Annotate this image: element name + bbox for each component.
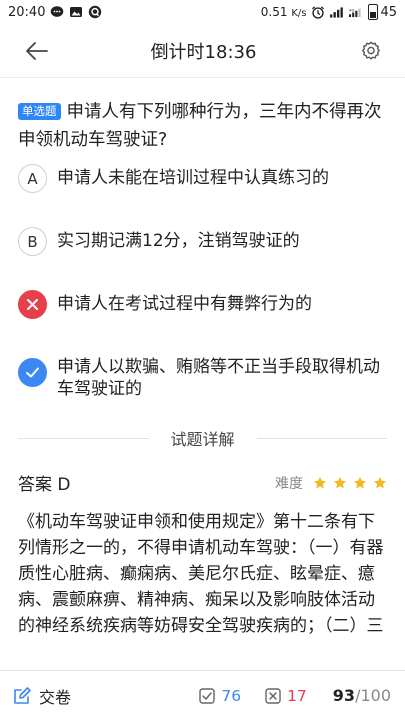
chat-icon bbox=[50, 5, 64, 19]
wrong-count: 17 bbox=[287, 686, 307, 705]
status-bar: 20:40 0.51 K/s 4G 45 bbox=[0, 0, 405, 24]
option-d[interactable]: 申请人以欺骗、贿赂等不正当手段取得机动车驾驶证的 bbox=[0, 353, 405, 400]
question-text: 申请人有下列哪种行为，三年内不得再次申领机动车驾驶证? bbox=[18, 102, 382, 150]
bottom-bar: 交卷 76 17 93/100 bbox=[0, 670, 405, 720]
correct-count: 76 bbox=[221, 686, 242, 705]
correct-check-icon bbox=[26, 367, 39, 378]
image-icon bbox=[69, 5, 83, 19]
star-icon bbox=[333, 476, 347, 488]
option-a-text: 申请人未能在培训过程中认真练习的 bbox=[57, 168, 329, 188]
divider-line-left bbox=[18, 437, 149, 439]
header: 倒计时18:36 bbox=[0, 24, 405, 78]
divider-line-right bbox=[256, 437, 388, 439]
option-d-text: 申请人以欺骗、贿赂等不正当手段取得机动车驾驶证的 bbox=[57, 357, 380, 399]
star-icon bbox=[353, 476, 367, 488]
question-type-tag: 单选题 bbox=[18, 103, 61, 120]
explanation-text: 《机动车驾驶证申领和使用规定》第十二条有下列情形之一的，不得申请机动车驾驶：（一… bbox=[18, 512, 384, 636]
q-app-icon bbox=[88, 5, 102, 19]
difficulty-stars bbox=[313, 476, 387, 490]
edit-icon bbox=[14, 686, 31, 704]
check-box-icon bbox=[199, 687, 216, 704]
option-b-text: 实习期记满12分，注销驾驶证的 bbox=[57, 231, 300, 251]
submit-button[interactable]: 交卷 bbox=[12, 684, 71, 708]
difficulty-label: 难度 bbox=[275, 475, 303, 492]
countdown-title: 倒计时18:36 bbox=[150, 41, 257, 63]
progress-total: /100 bbox=[355, 686, 391, 705]
option-a[interactable]: A 申请人未能在培训过程中认真练习的 bbox=[0, 164, 405, 193]
detail-section-title: 试题详解 bbox=[170, 430, 235, 449]
battery: 45 bbox=[368, 4, 397, 20]
option-b[interactable]: B 实习期记满12分，注销驾驶证的 bbox=[0, 227, 405, 256]
signal-icon bbox=[330, 5, 344, 19]
back-button[interactable] bbox=[20, 35, 52, 67]
option-c-text: 申请人在考试过程中有舞弊行为的 bbox=[57, 294, 312, 314]
settings-button[interactable] bbox=[355, 35, 387, 67]
question-stem: 单选题 申请人有下列哪种行为，三年内不得再次申领机动车驾驶证? bbox=[0, 78, 405, 154]
status-left: 20:40 bbox=[8, 5, 102, 20]
option-c-badge bbox=[18, 290, 47, 319]
option-list: A 申请人未能在培训过程中认真练习的 B 实习期记满12分，注销驾驶证的 申请人… bbox=[0, 164, 405, 400]
star-icon bbox=[373, 476, 387, 488]
answer-row: 答案 D 难度 bbox=[0, 470, 405, 495]
signal-4g-icon: 4G bbox=[349, 5, 363, 19]
wrong-cross-icon bbox=[27, 299, 38, 310]
gear-icon bbox=[362, 41, 380, 59]
wrong-count-button[interactable]: 17 bbox=[265, 687, 307, 705]
cross-box-icon bbox=[265, 687, 281, 704]
option-c[interactable]: 申请人在考试过程中有舞弊行为的 bbox=[0, 290, 405, 319]
net-speed: 0.51 K/s bbox=[261, 5, 307, 19]
answer-label: 答案 D bbox=[18, 475, 71, 495]
option-d-badge bbox=[18, 358, 47, 387]
option-a-badge: A bbox=[18, 164, 47, 193]
answer-stats: 76 17 93/100 bbox=[175, 686, 391, 705]
battery-icon bbox=[368, 4, 379, 20]
status-time: 20:40 bbox=[8, 4, 46, 20]
detail-divider: 试题详解 bbox=[0, 426, 405, 450]
status-right: 0.51 K/s 4G 45 bbox=[261, 4, 397, 20]
net-speed-unit: K/s bbox=[291, 8, 307, 19]
net-speed-value: 0.51 bbox=[260, 5, 288, 19]
back-arrow-icon bbox=[26, 41, 48, 60]
star-icon bbox=[313, 476, 327, 488]
submit-label: 交卷 bbox=[39, 687, 72, 707]
difficulty-rating: 难度 bbox=[275, 473, 387, 493]
question-progress[interactable]: 93/100 bbox=[333, 686, 391, 705]
correct-count-button[interactable]: 76 bbox=[199, 687, 241, 705]
option-b-badge: B bbox=[18, 227, 47, 256]
battery-level: 45 bbox=[380, 4, 397, 20]
alarm-icon bbox=[311, 5, 325, 19]
svg-text:4G: 4G bbox=[349, 7, 354, 12]
progress-current: 93 bbox=[332, 686, 356, 705]
